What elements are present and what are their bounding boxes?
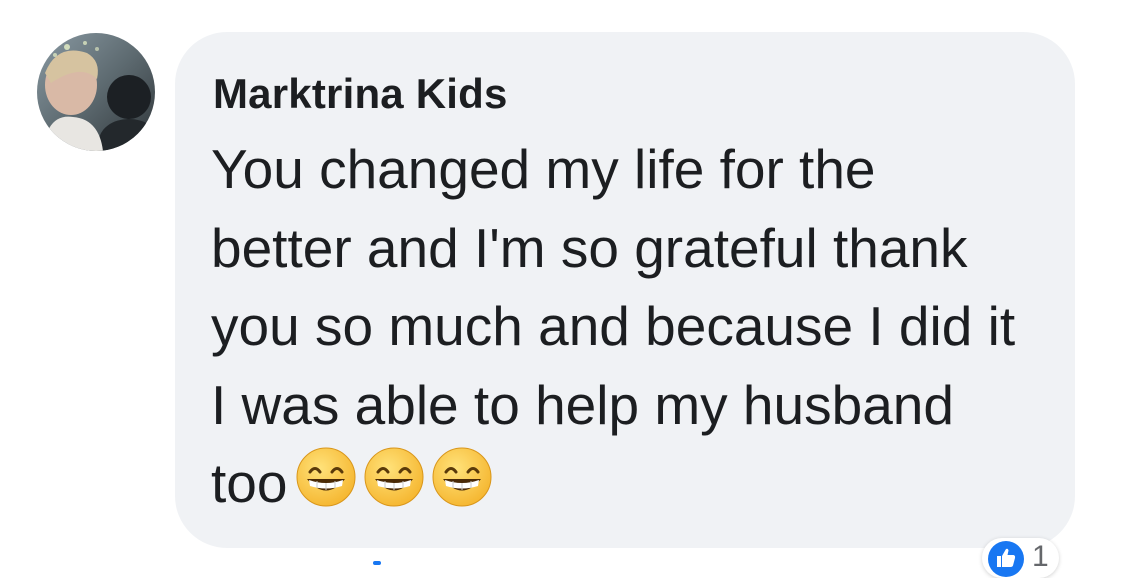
grinning-face-emoji-icon <box>431 446 493 508</box>
grinning-face-emoji-icon <box>295 446 357 508</box>
comment-bubble: Marktrina Kids You changed my life for t… <box>175 32 1075 548</box>
emoji-row <box>295 446 499 529</box>
reaction-summary[interactable]: 1 <box>982 538 1059 578</box>
avatar[interactable] <box>37 33 155 151</box>
comment-author[interactable]: Marktrina Kids <box>213 70 508 118</box>
like-icon <box>988 541 1024 577</box>
reply-indicator <box>373 561 381 565</box>
grinning-face-emoji-icon <box>363 446 425 508</box>
comment-body: You changed my life for the better and I… <box>211 130 1031 529</box>
reaction-count: 1 <box>1032 540 1049 573</box>
